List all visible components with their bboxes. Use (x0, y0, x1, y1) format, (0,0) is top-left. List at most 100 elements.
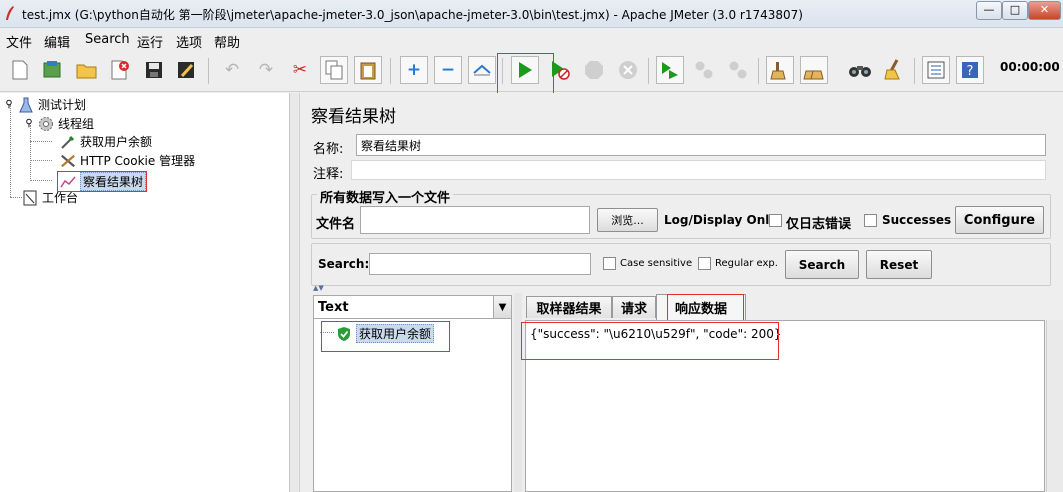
tab-response-data[interactable]: 响应数据 (656, 294, 746, 320)
page-title: 察看结果树 (311, 107, 396, 127)
toolbar-separator (914, 58, 915, 84)
successes-checkbox[interactable] (864, 214, 877, 227)
minimize-button[interactable]: — (976, 1, 1002, 20)
flask-icon (18, 97, 34, 113)
renderer-selected-value: Text (318, 300, 349, 315)
response-data-text: {"success": "\u6210\u529f", "code": 200} (530, 327, 782, 341)
result-tabs: 取样器结果 请求 响应数据 (522, 294, 1063, 320)
configure-button[interactable]: Configure (955, 206, 1044, 234)
tree-connector (320, 332, 334, 333)
close-file-icon[interactable] (106, 56, 134, 84)
tree-node-label: 测试计划 (38, 98, 87, 112)
search-button[interactable]: Search (785, 250, 859, 279)
collapse-icon[interactable]: − (434, 56, 462, 84)
redo-icon[interactable]: ↷ (252, 56, 280, 84)
cut-icon[interactable]: ✂ (286, 56, 314, 84)
start-icon[interactable] (511, 56, 539, 84)
case-sensitive-label: Case sensitive (620, 258, 693, 269)
tree-node-label: 工作台 (42, 191, 79, 205)
browse-button[interactable]: 浏览... (597, 208, 658, 232)
save-icon[interactable] (140, 56, 168, 84)
undo-icon[interactable]: ↶ (218, 56, 246, 84)
reset-button[interactable]: Reset (866, 250, 932, 279)
tree-connector (10, 197, 22, 198)
tree-node-thread-group[interactable]: ⚲ 线程组 (24, 115, 94, 132)
help-icon[interactable]: ? (956, 56, 984, 84)
elapsed-timer: 00:00:00 (1000, 60, 1060, 74)
close-window-button[interactable]: ✕ (1028, 1, 1061, 20)
toolbar-separator (390, 58, 391, 84)
chevron-down-icon[interactable]: ▼ (493, 296, 511, 318)
expand-icon[interactable]: + (400, 56, 428, 84)
test-plan-tree: ⚲ 测试计划 ⚲ 线程组 获取用户余额 HTTP Cookie 管理器 察看结果… (0, 93, 290, 492)
templates-icon[interactable] (38, 56, 66, 84)
log-display-label: Log/Display Only: (664, 213, 782, 227)
tree-node-test-plan[interactable]: ⚲ 测试计划 (4, 96, 86, 113)
menu-edit[interactable]: 编辑 (44, 32, 70, 51)
tools-icon (60, 153, 76, 169)
tab-request[interactable]: 请求 (612, 296, 656, 318)
maximize-button[interactable]: □ (1002, 1, 1028, 20)
tree-node-label: HTTP Cookie 管理器 (80, 154, 196, 168)
jmeter-feather-icon (6, 6, 14, 20)
regex-checkbox[interactable] (698, 257, 711, 270)
success-shield-icon (336, 326, 352, 342)
tree-connector (30, 125, 31, 181)
clear-all-icon[interactable] (800, 56, 828, 84)
tree-connector (30, 160, 52, 161)
errors-only-checkbox[interactable] (769, 214, 782, 227)
toggle-icon[interactable] (468, 56, 496, 84)
remote-start-icon[interactable] (656, 56, 684, 84)
filename-input[interactable] (360, 206, 590, 234)
tree-node-label: 线程组 (58, 117, 95, 131)
write-results-group-title: 所有数据写入一个文件 (317, 187, 454, 206)
clear-icon[interactable] (766, 56, 794, 84)
search-input[interactable] (369, 253, 591, 275)
results-splitter[interactable] (514, 293, 522, 492)
tree-node-label: 察看结果树 (80, 172, 147, 191)
tree-node-cookie-manager[interactable]: HTTP Cookie 管理器 (60, 152, 195, 169)
remote-shutdown-icon[interactable] (724, 56, 752, 84)
response-data-area[interactable]: {"success": "\u6210\u529f", "code": 200} (525, 320, 1045, 492)
expand-toggle-icon[interactable]: ⚲ (4, 97, 14, 113)
stop-icon[interactable] (580, 56, 608, 84)
search-icon[interactable] (846, 56, 874, 84)
paste-icon[interactable] (354, 56, 382, 84)
menu-help[interactable]: 帮助 (214, 32, 240, 51)
tree-node-label: 获取用户余额 (80, 135, 153, 149)
sample-result-node[interactable]: 获取用户余额 (336, 324, 435, 343)
copy-icon[interactable] (320, 56, 348, 84)
name-field[interactable]: 察看结果树 (356, 134, 1046, 156)
comment-field[interactable] (351, 160, 1046, 180)
tab-sampler-result[interactable]: 取样器结果 (526, 296, 612, 318)
menu-file[interactable]: 文件 (6, 32, 32, 51)
svg-text:?: ? (967, 64, 974, 79)
reset-search-icon[interactable] (880, 56, 908, 84)
start-no-timers-icon[interactable] (546, 56, 574, 84)
toolbar-separator (648, 58, 649, 84)
expand-toggle-icon[interactable]: ⚲ (24, 116, 34, 132)
gear-icon (38, 116, 54, 132)
vertical-scrollbar[interactable] (1046, 320, 1063, 492)
remote-stop-icon[interactable] (690, 56, 718, 84)
workbench-icon (22, 190, 38, 206)
collapse-arrows-icon[interactable]: ▲▼ (313, 284, 324, 292)
menu-options[interactable]: 选项 (176, 32, 202, 51)
tree-node-workbench[interactable]: 工作台 (22, 189, 78, 206)
toolbar: ↶ ↷ ✂ + − ? (0, 50, 1063, 92)
main-splitter[interactable] (290, 93, 300, 492)
regex-label: Regular exp. (715, 258, 778, 269)
shutdown-icon[interactable] (614, 56, 642, 84)
menu-run[interactable]: 运行 (137, 32, 163, 51)
function-helper-icon[interactable] (922, 56, 950, 84)
save-as-icon[interactable] (172, 56, 200, 84)
renderer-select[interactable]: Text ▼ (313, 295, 512, 319)
new-icon[interactable] (6, 56, 34, 84)
case-sensitive-checkbox[interactable] (603, 257, 616, 270)
filename-label: 文件名 (316, 217, 356, 232)
toolbar-separator (502, 58, 503, 84)
sample-result-label: 获取用户余额 (356, 324, 435, 343)
tree-node-sampler[interactable]: 获取用户余额 (60, 133, 152, 150)
menu-search[interactable]: Search (85, 32, 130, 47)
open-icon[interactable] (73, 56, 101, 84)
